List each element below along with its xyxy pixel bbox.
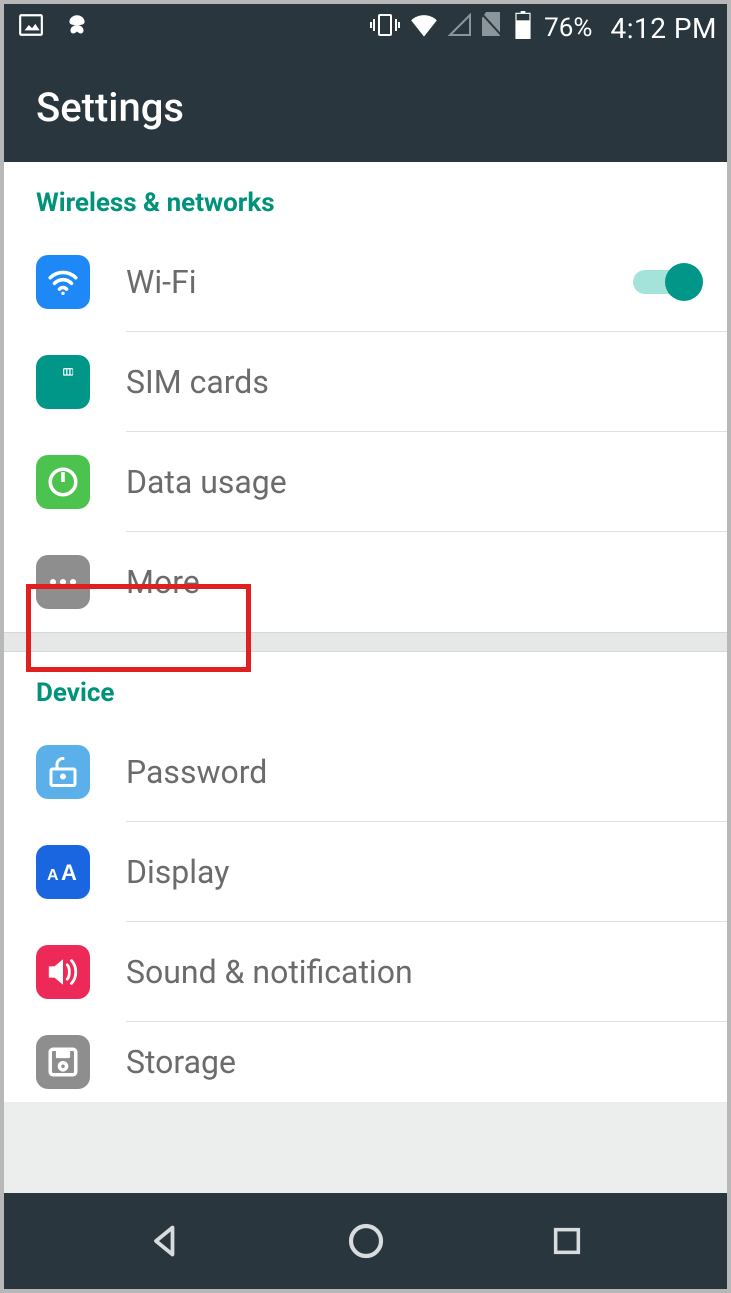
row-data-usage[interactable]: Data usage [4,432,727,532]
row-label: Data usage [126,463,703,501]
home-button[interactable] [336,1211,396,1271]
row-label: Display [126,853,703,891]
wifi-icon [36,255,90,309]
sim-icon [36,355,90,409]
display-icon: AA [36,845,90,899]
row-sim-cards[interactable]: SIM cards [4,332,727,432]
battery-icon [514,11,532,46]
row-sound[interactable]: Sound & notification [4,922,727,1022]
signal-icon [448,13,472,44]
row-label: SIM cards [126,363,703,401]
row-storage[interactable]: Storage [4,1022,727,1102]
recent-apps-button[interactable] [537,1211,597,1271]
storage-icon [36,1035,90,1089]
more-icon [36,555,90,609]
row-wifi[interactable]: Wi-Fi [4,232,727,332]
svg-text:A: A [47,867,59,884]
vibrate-icon [370,12,400,45]
sound-icon [36,945,90,999]
clock: 4:12 PM [610,12,717,45]
wifi-toggle[interactable] [633,262,703,302]
row-label: More [126,563,703,601]
row-label: Wi-Fi [126,263,633,301]
device-section: Device Password AA Display Sound & [4,652,727,1102]
wireless-section: Wireless & networks Wi-Fi SIM cards [4,162,727,632]
status-bar: 76% 4:12 PM [4,4,727,52]
wifi-icon [410,13,438,44]
row-display[interactable]: AA Display [4,822,727,922]
page-title: Settings [36,84,184,131]
navigation-bar [4,1193,727,1289]
battery-percent: 76% [544,13,592,43]
picture-icon [18,12,44,45]
no-sim-icon [482,12,504,45]
section-gap [4,632,727,652]
content-area: Wireless & networks Wi-Fi SIM cards [4,162,727,1193]
svg-text:A: A [61,860,77,885]
row-label: Storage [126,1043,703,1081]
row-more[interactable]: More [4,532,727,632]
row-password[interactable]: Password [4,722,727,822]
data-usage-icon [36,455,90,509]
back-button[interactable] [135,1211,195,1271]
password-icon [36,745,90,799]
section-header-device: Device [4,652,727,722]
butterfly-icon [64,12,90,45]
row-label: Password [126,753,703,791]
app-bar: Settings [4,52,727,162]
section-header-wireless: Wireless & networks [4,162,727,232]
row-label: Sound & notification [126,953,703,991]
